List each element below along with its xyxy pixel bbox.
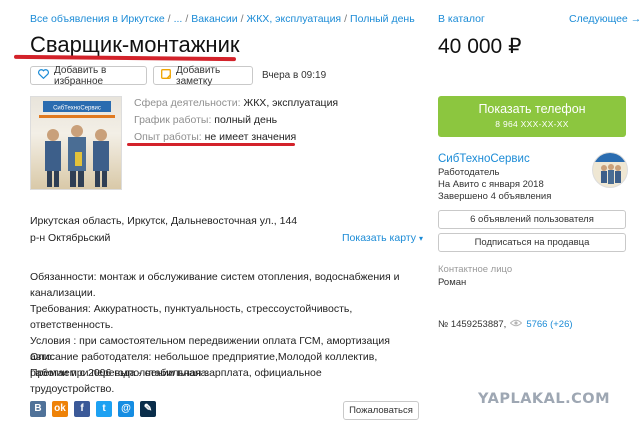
breadcrumb-item-all[interactable]: Все объявления в Иркутске [30,13,165,25]
phone-number-masked: 8 964 XXX-XX-XX [495,119,569,129]
experience-red-underline [127,143,295,146]
livejournal-share-button[interactable]: ✎ [140,401,156,417]
param-key: График работы: [134,114,212,126]
vk-share-button[interactable]: В [30,401,46,417]
chevron-down-icon: ▾ [418,234,423,243]
mailru-share-button[interactable]: @ [118,401,134,417]
param-sphere: Сфера деятельности: ЖКХ, эксплуатация [134,97,338,109]
param-key: Сфера деятельности: [134,97,241,109]
param-experience: Опыт работы: не имеет значения [134,131,296,143]
param-value: не имеет значения [204,131,297,143]
breadcrumb-item-ellipsis[interactable]: ... [174,13,183,25]
show-phone-button[interactable]: Показать телефон 8 964 XXX-XX-XX [438,96,626,137]
seller-name-link[interactable]: СибТехноСервис [438,153,530,165]
add-to-favorites-label: Добавить в избранное [54,64,107,87]
breadcrumb: Все объявления в Иркутске /... / Вакансии / Ж… [30,13,415,25]
price: 40 000 ₽ [438,35,522,58]
param-value: ЖКХ, эксплуатация [243,97,339,109]
breadcrumb-item-vacancies[interactable]: Вакансии [191,13,237,25]
breadcrumb-separator: / [167,13,171,25]
breadcrumb-item-category[interactable]: ЖКХ, эксплуатация [247,13,342,25]
views-count[interactable]: 5766 (+26) [526,319,572,330]
listing-photo[interactable]: СибТехноСервис [30,96,122,190]
district: р-н Октябрьский [30,232,111,244]
note-icon [161,69,171,82]
ad-stats: № 1459253887, 5766 (+26) [438,319,573,330]
photo-caption: СибТехноСервис [53,106,101,112]
add-to-favorites-button[interactable]: Добавить в избранное [30,64,147,87]
breadcrumb-separator: / [185,13,189,25]
seller-completed-ads: Завершено 4 объявления [438,191,552,202]
show-map-label: Показать карту [342,232,417,244]
show-map-link[interactable]: Показать карту ▾ [342,232,423,244]
breadcrumb-item-schedule[interactable]: Полный день [350,13,415,25]
address: Иркутская область, Иркутск, Дальневосточ… [30,215,298,227]
ad-number: № 1459253887, [438,319,507,330]
heart-icon [38,69,49,82]
breadcrumb-separator: / [240,13,244,25]
param-schedule: График работы: полный день [134,114,277,126]
page-title: Сварщик-монтажник [30,32,240,57]
twitter-share-button[interactable]: t [96,401,112,417]
param-key: Опыт работы: [134,131,202,143]
add-note-button[interactable]: Добавить заметку [153,64,253,87]
add-note-label: Добавить заметку [176,64,221,87]
seller-since: На Авито с января 2018 [438,179,544,190]
ok-share-button[interactable]: ok [52,401,68,417]
report-button[interactable]: Пожаловаться [343,401,419,420]
watermark: YAPLAKAL.COM [478,391,611,407]
facebook-share-button[interactable]: f [74,401,90,417]
next-listing-link[interactable]: Следующее → [569,13,640,25]
breadcrumb-separator: / [344,13,348,25]
subscribe-seller-button[interactable]: Подписаться на продавца [438,233,626,252]
catalog-link[interactable]: В каталог [438,13,485,25]
contact-person-name: Роман [438,277,467,288]
publish-date: Вчера в 09:19 [262,70,327,81]
param-value: полный день [214,114,278,126]
seller-role: Работодатель [438,167,500,178]
user-ads-button[interactable]: 6 объявлений пользователя [438,210,626,229]
description-employer: Описание работодателя: небольшое предпри… [30,351,378,395]
contact-person-label: Контактное лицо [438,264,513,275]
seller-avatar[interactable] [592,152,628,188]
show-phone-label: Показать телефон [478,102,586,116]
eye-icon [510,319,523,330]
